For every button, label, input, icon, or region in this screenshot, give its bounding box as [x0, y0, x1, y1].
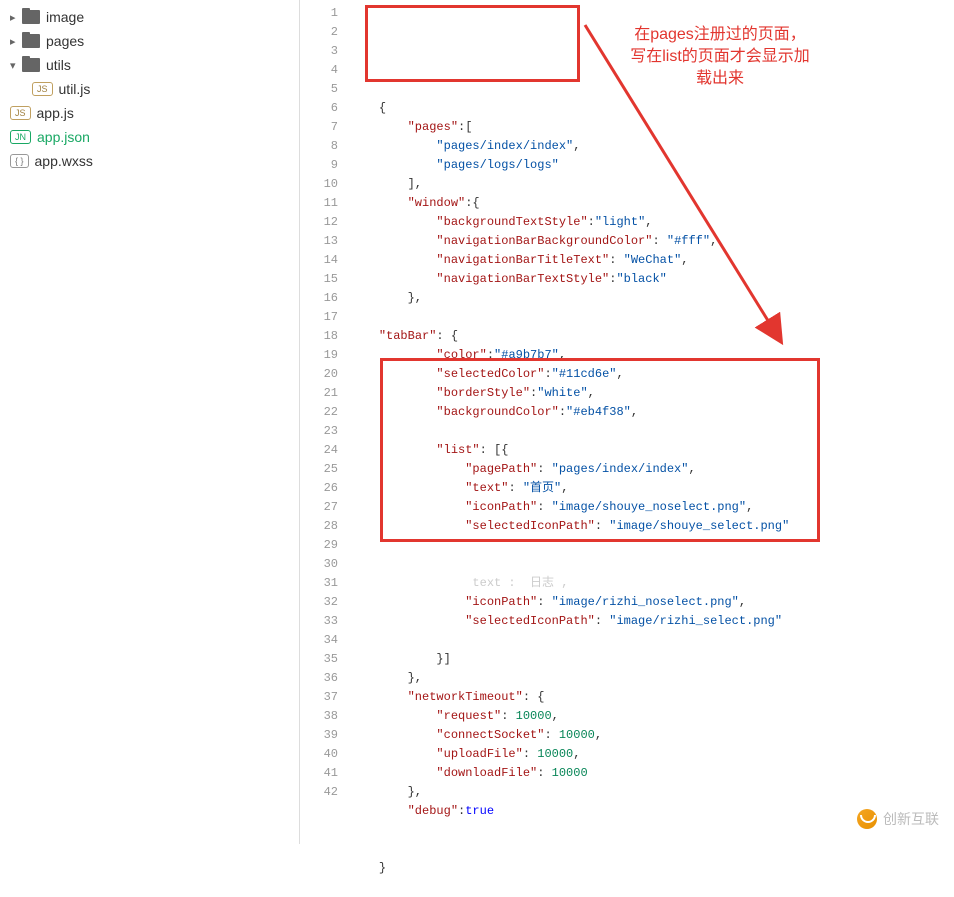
file-item[interactable]: JS util.js [0, 77, 299, 101]
line-number: 4 [300, 61, 338, 80]
folder-item[interactable]: ▸ pages [0, 29, 299, 53]
chevron-icon: ▸ [10, 11, 22, 24]
line-number: 23 [300, 422, 338, 441]
line-number: 14 [300, 251, 338, 270]
line-number: 7 [300, 118, 338, 137]
annotation-box-list [380, 358, 820, 542]
line-number: 22 [300, 403, 338, 422]
line-number: 35 [300, 650, 338, 669]
line-number: 24 [300, 441, 338, 460]
line-number: 10 [300, 175, 338, 194]
line-number: 6 [300, 99, 338, 118]
folder-label: image [46, 9, 84, 25]
line-number: 1 [300, 4, 338, 23]
chevron-icon: ▾ [10, 59, 22, 72]
folder-label: utils [46, 57, 71, 73]
code-line[interactable]: }, [350, 669, 954, 688]
code-line[interactable]: "uploadFile": 10000, [350, 745, 954, 764]
code-line[interactable]: "request": 10000, [350, 707, 954, 726]
file-tree: ▸ image ▸ pages ▾ utils JS util.js JS app.js JN app… [0, 0, 300, 844]
line-number: 13 [300, 232, 338, 251]
line-number: 29 [300, 536, 338, 555]
file-item[interactable]: JS app.js [0, 101, 299, 125]
file-type-badge: { } [10, 154, 29, 168]
code-line[interactable] [350, 840, 954, 859]
code-line[interactable]: text : 日志 , [350, 574, 954, 593]
folder-item[interactable]: ▸ image [0, 5, 299, 29]
file-item[interactable]: { } app.wxss [0, 149, 299, 173]
file-item[interactable]: JN app.json [0, 125, 299, 149]
line-number: 16 [300, 289, 338, 308]
line-number: 27 [300, 498, 338, 517]
line-number: 17 [300, 308, 338, 327]
file-type-badge: JS [32, 82, 53, 96]
line-number: 12 [300, 213, 338, 232]
line-number: 31 [300, 574, 338, 593]
code-editor[interactable]: 1234567891011121314151617181920212223242… [300, 0, 954, 844]
line-number: 30 [300, 555, 338, 574]
line-number: 2 [300, 23, 338, 42]
file-type-badge: JS [10, 106, 31, 120]
file-label: util.js [59, 81, 91, 97]
code-content[interactable]: { "pages":[ "pages/index/index", "pages/… [350, 0, 954, 844]
code-line[interactable] [350, 878, 954, 897]
file-label: app.wxss [35, 153, 93, 169]
file-type-badge: JN [10, 130, 31, 144]
code-line[interactable]: "iconPath": "image/rizhi_noselect.png", [350, 593, 954, 612]
line-number: 3 [300, 42, 338, 61]
line-number: 41 [300, 764, 338, 783]
line-number: 37 [300, 688, 338, 707]
watermark-icon [857, 809, 877, 829]
line-number: 11 [300, 194, 338, 213]
line-number: 36 [300, 669, 338, 688]
line-number: 33 [300, 612, 338, 631]
line-number: 15 [300, 270, 338, 289]
folder-icon [22, 10, 40, 24]
code-line[interactable]: "downloadFile": 10000 [350, 764, 954, 783]
code-line[interactable]: }] [350, 650, 954, 669]
folder-icon [22, 58, 40, 72]
chevron-icon: ▸ [10, 35, 22, 48]
file-label: app.json [37, 129, 90, 145]
line-number: 40 [300, 745, 338, 764]
annotation-box-pages [365, 5, 580, 82]
watermark: 创新互联 [857, 809, 939, 829]
folder-label: pages [46, 33, 84, 49]
line-number: 5 [300, 80, 338, 99]
code-line[interactable]: "selectedIconPath": "image/rizhi_select.… [350, 612, 954, 631]
line-number: 32 [300, 593, 338, 612]
line-number: 26 [300, 479, 338, 498]
code-line[interactable]: }, [350, 783, 954, 802]
line-number: 38 [300, 707, 338, 726]
line-number: 9 [300, 156, 338, 175]
code-line[interactable] [350, 631, 954, 650]
line-number: 8 [300, 137, 338, 156]
file-label: app.js [37, 105, 74, 121]
line-number: 28 [300, 517, 338, 536]
code-line[interactable] [350, 555, 954, 574]
line-number: 25 [300, 460, 338, 479]
line-number: 18 [300, 327, 338, 346]
folder-icon [22, 34, 40, 48]
line-number: 34 [300, 631, 338, 650]
code-line[interactable]: "connectSocket": 10000, [350, 726, 954, 745]
folder-item[interactable]: ▾ utils [0, 53, 299, 77]
line-number: 42 [300, 783, 338, 802]
annotation-text: 在pages注册过的页面， 写在list的页面才会显示加 载出来 [600, 24, 840, 90]
line-number: 19 [300, 346, 338, 365]
line-number: 39 [300, 726, 338, 745]
line-number: 21 [300, 384, 338, 403]
line-numbers: 1234567891011121314151617181920212223242… [300, 0, 350, 844]
line-number: 20 [300, 365, 338, 384]
code-line[interactable]: "networkTimeout": { [350, 688, 954, 707]
code-line[interactable]: } [350, 859, 954, 878]
